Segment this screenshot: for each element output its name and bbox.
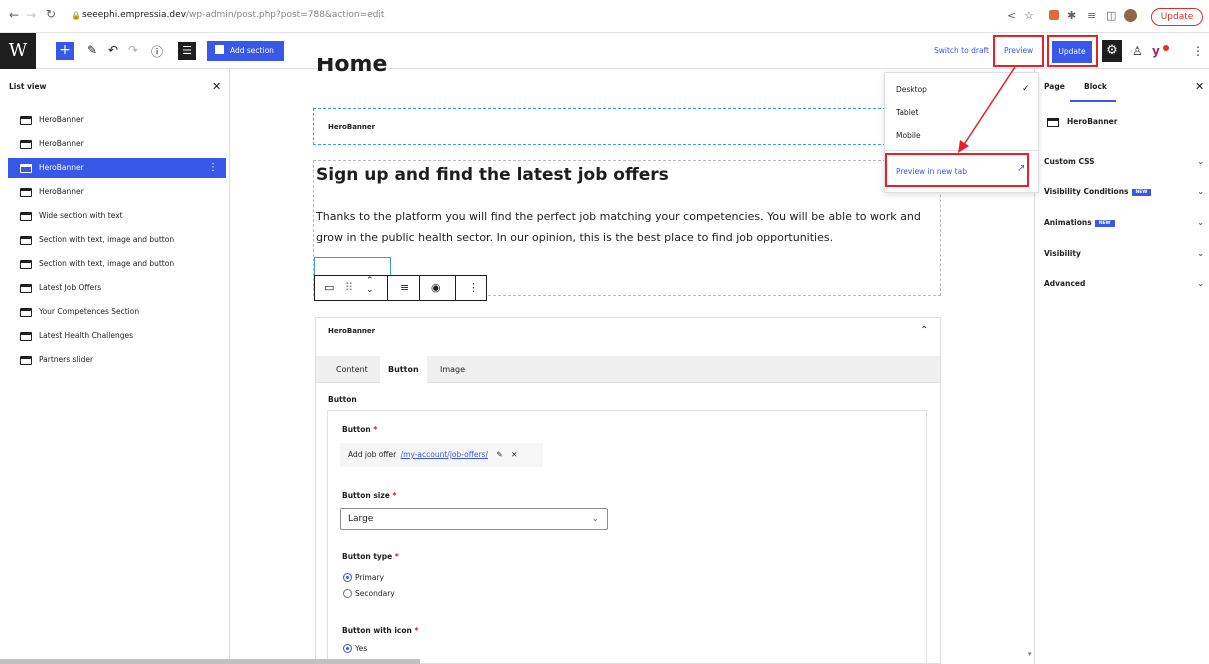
- horizontal-scrollbar[interactable]: [0, 659, 420, 664]
- annotation-arrow: [958, 66, 1016, 153]
